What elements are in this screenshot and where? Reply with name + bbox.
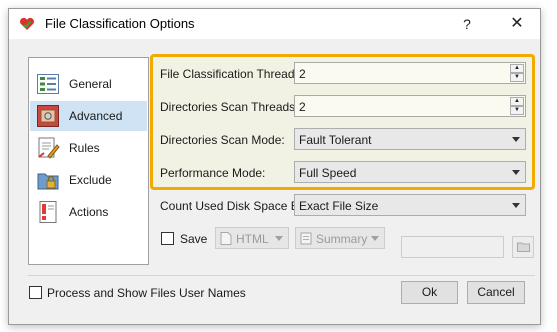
exclude-icon bbox=[37, 173, 59, 190]
spinner-buttons: ▲ ▼ bbox=[510, 64, 524, 82]
user-names-label: Process and Show Files User Names bbox=[47, 286, 246, 300]
general-icon bbox=[37, 74, 59, 94]
chevron-down-icon bbox=[512, 203, 520, 208]
sidebar-item-label: Actions bbox=[69, 205, 109, 219]
scan-mode-label: Directories Scan Mode: bbox=[160, 133, 285, 147]
save-label: Save bbox=[180, 232, 208, 246]
sidebar-item-label: General bbox=[69, 77, 112, 91]
cancel-button[interactable]: Cancel bbox=[467, 281, 525, 304]
scan-threads-label: Directories Scan Threads: bbox=[160, 100, 299, 114]
save-path-input[interactable] bbox=[401, 236, 504, 258]
sidebar-item-label: Rules bbox=[69, 141, 100, 155]
help-button[interactable]: ? bbox=[455, 14, 479, 34]
app-icon bbox=[20, 17, 34, 30]
sidebar-item-advanced[interactable]: Advanced bbox=[30, 101, 147, 131]
folder-icon bbox=[517, 242, 530, 252]
spin-up-icon[interactable]: ▲ bbox=[510, 64, 524, 73]
sidebar-item-rules[interactable]: Rules bbox=[30, 133, 147, 163]
classification-threads-spinner[interactable]: 2 ▲ ▼ bbox=[294, 62, 526, 84]
save-report-value: Summary bbox=[316, 232, 368, 246]
scan-mode-dropdown[interactable]: Fault Tolerant bbox=[294, 128, 526, 150]
chevron-down-icon bbox=[512, 137, 520, 142]
sidebar-item-exclude[interactable]: Exclude bbox=[30, 165, 147, 195]
performance-mode-value: Full Speed bbox=[299, 166, 357, 180]
classification-threads-label: File Classification Threads: bbox=[160, 67, 304, 81]
disk-space-value: Exact File Size bbox=[299, 199, 379, 213]
disk-space-dropdown[interactable]: Exact File Size bbox=[294, 194, 526, 216]
save-checkbox[interactable] bbox=[161, 232, 174, 245]
advanced-icon bbox=[37, 105, 59, 127]
chevron-down-icon bbox=[371, 236, 379, 241]
save-report-dropdown[interactable]: Summary bbox=[295, 227, 385, 249]
spin-down-icon[interactable]: ▼ bbox=[510, 73, 524, 82]
scan-mode-value: Fault Tolerant bbox=[299, 133, 372, 147]
file-classification-options-dialog: File Classification Options ? ✕ General bbox=[8, 8, 541, 325]
ok-button[interactable]: Ok bbox=[401, 281, 458, 304]
close-button[interactable]: ✕ bbox=[505, 14, 529, 34]
sidebar-item-general[interactable]: General bbox=[30, 69, 147, 99]
sidebar-item-label: Advanced bbox=[69, 109, 123, 123]
actions-icon bbox=[39, 201, 57, 223]
browse-folder-button[interactable] bbox=[512, 236, 534, 258]
scan-threads-value: 2 bbox=[299, 100, 306, 114]
spin-down-icon[interactable]: ▼ bbox=[510, 106, 524, 115]
performance-mode-dropdown[interactable]: Full Speed bbox=[294, 161, 526, 183]
user-names-checkbox[interactable] bbox=[29, 286, 42, 299]
disk-space-label: Count Used Disk Space By: bbox=[160, 199, 309, 213]
performance-mode-label: Performance Mode: bbox=[160, 166, 266, 180]
options-sidebar: General Advanced Rules Exclude Actions bbox=[28, 57, 149, 265]
save-format-dropdown[interactable]: HTML bbox=[215, 227, 289, 249]
report-icon bbox=[300, 232, 312, 245]
footer-separator bbox=[28, 275, 535, 276]
classification-threads-value: 2 bbox=[299, 67, 306, 81]
spin-up-icon[interactable]: ▲ bbox=[510, 97, 524, 106]
title-bar: File Classification Options ? ✕ bbox=[9, 9, 540, 39]
spinner-buttons: ▲ ▼ bbox=[510, 97, 524, 115]
sidebar-item-actions[interactable]: Actions bbox=[30, 197, 147, 227]
document-icon bbox=[220, 232, 232, 245]
rules-icon bbox=[38, 137, 60, 159]
scan-threads-spinner[interactable]: 2 ▲ ▼ bbox=[294, 95, 526, 117]
chevron-down-icon bbox=[512, 170, 520, 175]
sidebar-item-label: Exclude bbox=[69, 173, 112, 187]
window-title: File Classification Options bbox=[45, 16, 195, 31]
save-format-value: HTML bbox=[236, 232, 269, 246]
chevron-down-icon bbox=[275, 236, 283, 241]
